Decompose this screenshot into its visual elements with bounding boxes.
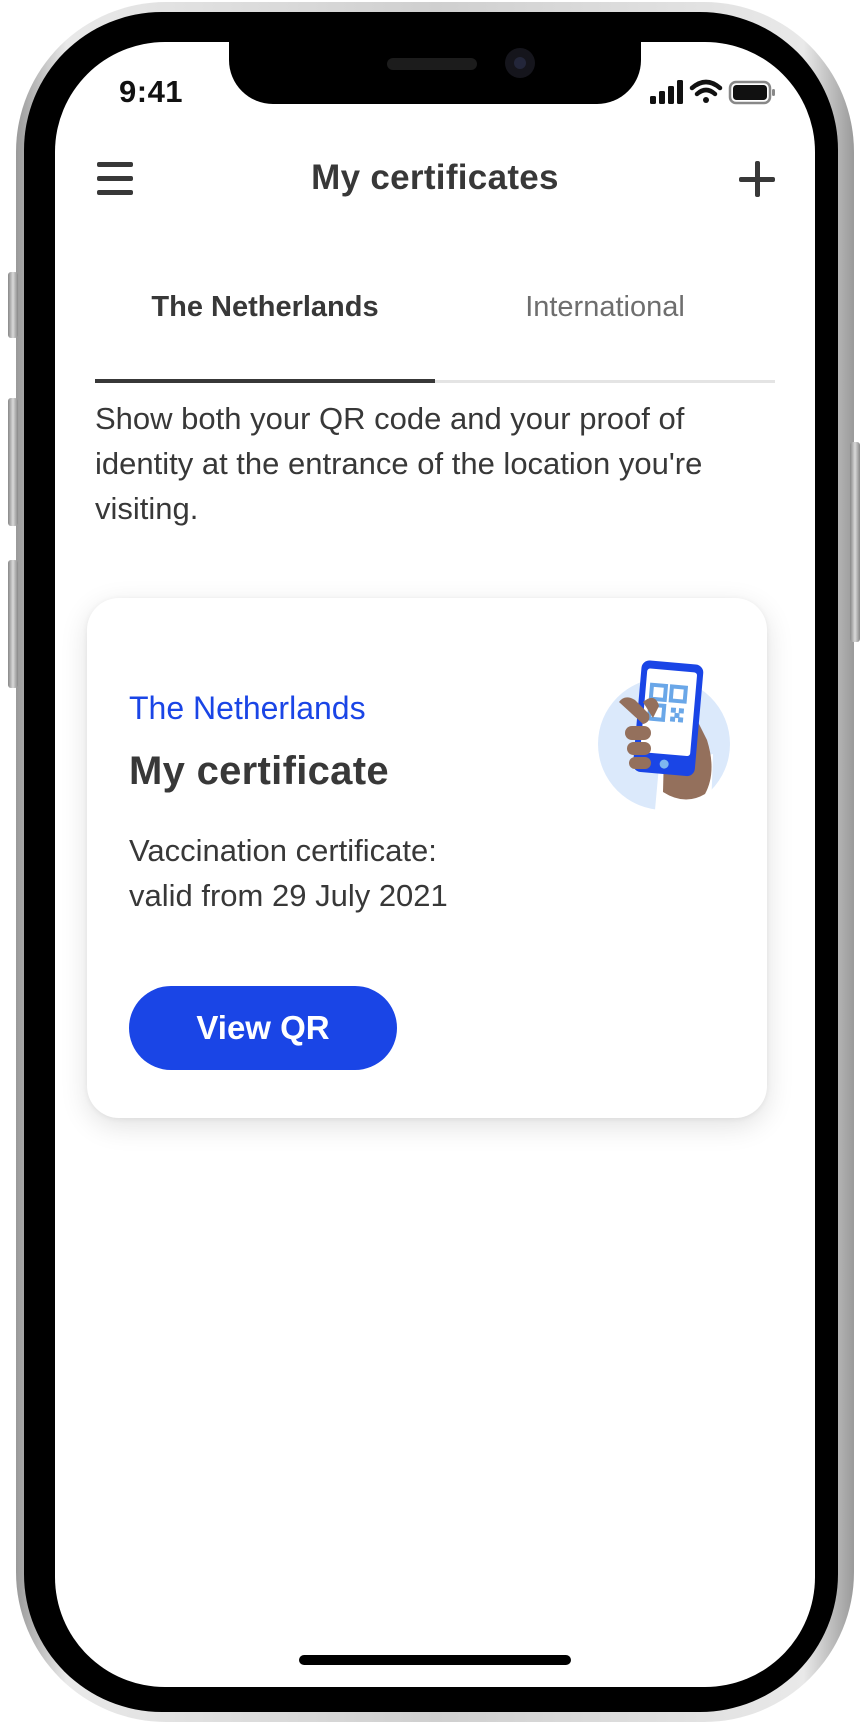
- notch: [229, 42, 641, 104]
- silent-switch: [8, 272, 18, 338]
- certificate-card[interactable]: The Netherlands My certificate Vaccinati…: [87, 598, 767, 1118]
- tab-international[interactable]: International: [435, 258, 775, 356]
- status-icons: [650, 78, 780, 108]
- volume-down-button: [8, 560, 18, 688]
- hamburger-menu-icon[interactable]: [95, 158, 137, 200]
- certificate-validity: valid from 29 July 2021: [129, 878, 448, 913]
- tab-active-indicator: [95, 379, 435, 383]
- view-qr-button[interactable]: View QR: [129, 986, 397, 1070]
- tab-the-netherlands[interactable]: The Netherlands: [95, 258, 435, 356]
- page-title: My certificates: [311, 158, 559, 197]
- battery-icon: [728, 80, 775, 105]
- app-screen: 9:41 My certificates The Netherlands Int…: [55, 42, 815, 1687]
- hand-holding-phone-qr-icon: [567, 642, 737, 812]
- card-title: My certificate: [129, 749, 389, 793]
- power-button: [850, 442, 860, 642]
- speaker-grille: [387, 58, 477, 70]
- front-camera: [505, 48, 535, 78]
- certificate-detail: Vaccination certificate: valid from 29 J…: [129, 828, 448, 918]
- wifi-icon: [689, 79, 723, 103]
- signal-icon: [650, 80, 683, 104]
- intro-text: Show both your QR code and your proof of…: [95, 401, 703, 526]
- status-time: 9:41: [119, 74, 184, 109]
- home-indicator[interactable]: [299, 1655, 571, 1665]
- certificate-type: Vaccination certificate:: [129, 833, 437, 868]
- volume-up-button: [8, 398, 18, 526]
- plus-icon[interactable]: [735, 157, 779, 201]
- tab-bar: The Netherlands International: [95, 258, 775, 383]
- card-country: The Netherlands: [129, 690, 366, 726]
